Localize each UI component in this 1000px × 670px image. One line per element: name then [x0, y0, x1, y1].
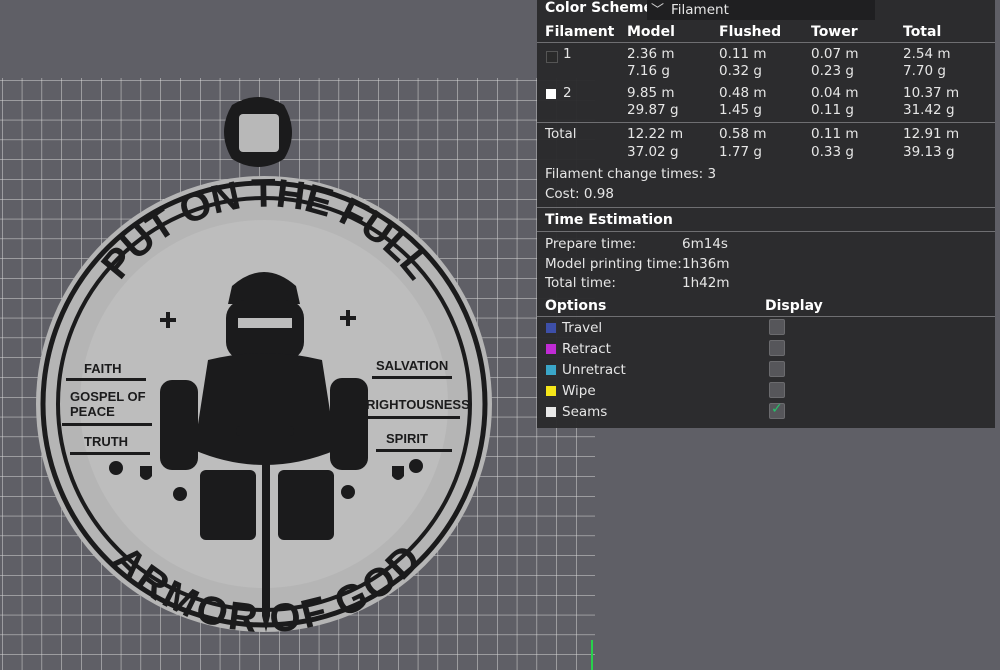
total-total-wt: 39.13 g — [903, 144, 955, 160]
label-spirit: SPIRIT — [386, 431, 428, 446]
f2-flushed-wt: 1.45 g — [719, 102, 762, 118]
cost-line: Cost: 0.98 — [545, 186, 614, 202]
f1-model-len: 2.36 m — [627, 46, 675, 62]
color-scheme-value: Filament — [671, 2, 729, 18]
f2-tower-len: 0.04 m — [811, 85, 859, 101]
total-flushed-len: 0.58 m — [719, 126, 767, 142]
cost-label: Cost: — [545, 186, 580, 202]
prepare-time-value: 6m14s — [682, 236, 728, 252]
f2-flushed-len: 0.48 m — [719, 85, 767, 101]
gcode-stats-panel: Color Scheme ﹀ Filament Filament Model F… — [537, 0, 995, 428]
total-tower-wt: 0.33 g — [811, 144, 854, 160]
filament-change-line: Filament change times: 3 — [545, 166, 716, 182]
cost-value: 0.98 — [583, 186, 614, 202]
total-tower-len: 0.11 m — [811, 126, 859, 142]
travel-swatch — [546, 323, 556, 333]
f2-model-wt: 29.87 g — [627, 102, 679, 118]
wipe-display-checkbox[interactable] — [769, 382, 785, 398]
label-faith: FAITH — [84, 361, 122, 376]
display-header: Display — [765, 298, 823, 314]
checkmark-icon: ✓ — [771, 401, 783, 417]
color-scheme-dropdown[interactable]: ﹀ Filament — [647, 0, 875, 20]
total-model-len: 12.22 m — [627, 126, 684, 142]
label-salvation: SALVATION — [376, 358, 448, 373]
f1-tower-len: 0.07 m — [811, 46, 859, 62]
f1-flushed-len: 0.11 m — [719, 46, 767, 62]
model-print-time-label: Model printing time: — [545, 256, 682, 272]
filament-change-value: 3 — [707, 166, 717, 182]
options-header: Options — [545, 298, 607, 314]
retract-label: Retract — [562, 341, 611, 357]
total-model-wt: 37.02 g — [627, 144, 679, 160]
header-flushed: Flushed — [719, 24, 782, 40]
label-peace: PEACE — [70, 404, 115, 419]
label-righteousness: RIGHTOUSNESS — [366, 397, 470, 412]
filament-change-label: Filament change times: — [545, 166, 704, 182]
total-total-len: 12.91 m — [903, 126, 960, 142]
chevron-down-icon: ﹀ — [651, 3, 665, 18]
f1-total-len: 2.54 m — [903, 46, 951, 62]
header-model: Model — [627, 24, 675, 40]
unretract-swatch — [546, 365, 556, 375]
f1-total-wt: 7.70 g — [903, 63, 946, 79]
header-total: Total — [903, 24, 942, 40]
model-print-time-value: 1h36m — [682, 256, 730, 272]
total-flushed-wt: 1.77 g — [719, 144, 762, 160]
header-filament: Filament — [545, 24, 615, 40]
travel-label: Travel — [562, 320, 603, 336]
seams-swatch — [546, 407, 556, 417]
wipe-label: Wipe — [562, 383, 596, 399]
prepare-time-label: Prepare time: — [545, 236, 637, 252]
f1-model-wt: 7.16 g — [627, 63, 670, 79]
color-scheme-label: Color Scheme — [545, 0, 654, 16]
seams-display-checkbox[interactable]: ✓ — [769, 401, 785, 419]
filament-2-swatch — [546, 89, 556, 99]
filament-1-id: 1 — [563, 46, 572, 62]
f2-total-wt: 31.42 g — [903, 102, 955, 118]
label-gospel: GOSPEL OF — [70, 389, 146, 404]
f2-model-len: 9.85 m — [627, 85, 675, 101]
header-tower: Tower — [811, 24, 858, 40]
label-truth: TRUTH — [84, 434, 128, 449]
filament-2-id: 2 — [563, 85, 572, 101]
time-estimation-title: Time Estimation — [545, 212, 673, 228]
total-time-value: 1h42m — [682, 275, 730, 291]
f1-tower-wt: 0.23 g — [811, 63, 854, 79]
retract-swatch — [546, 344, 556, 354]
f2-tower-wt: 0.11 g — [811, 102, 854, 118]
total-row-label: Total — [545, 126, 577, 142]
f2-total-len: 10.37 m — [903, 85, 960, 101]
total-time-label: Total time: — [545, 275, 616, 291]
travel-display-checkbox[interactable] — [769, 319, 785, 335]
filament-1-swatch — [546, 51, 558, 63]
unretract-display-checkbox[interactable] — [769, 361, 785, 377]
f1-flushed-wt: 0.32 g — [719, 63, 762, 79]
unretract-label: Unretract — [562, 362, 626, 378]
retract-display-checkbox[interactable] — [769, 340, 785, 356]
wipe-tower[interactable] — [224, 97, 292, 167]
wipe-swatch — [546, 386, 556, 396]
seams-label: Seams — [562, 404, 608, 420]
